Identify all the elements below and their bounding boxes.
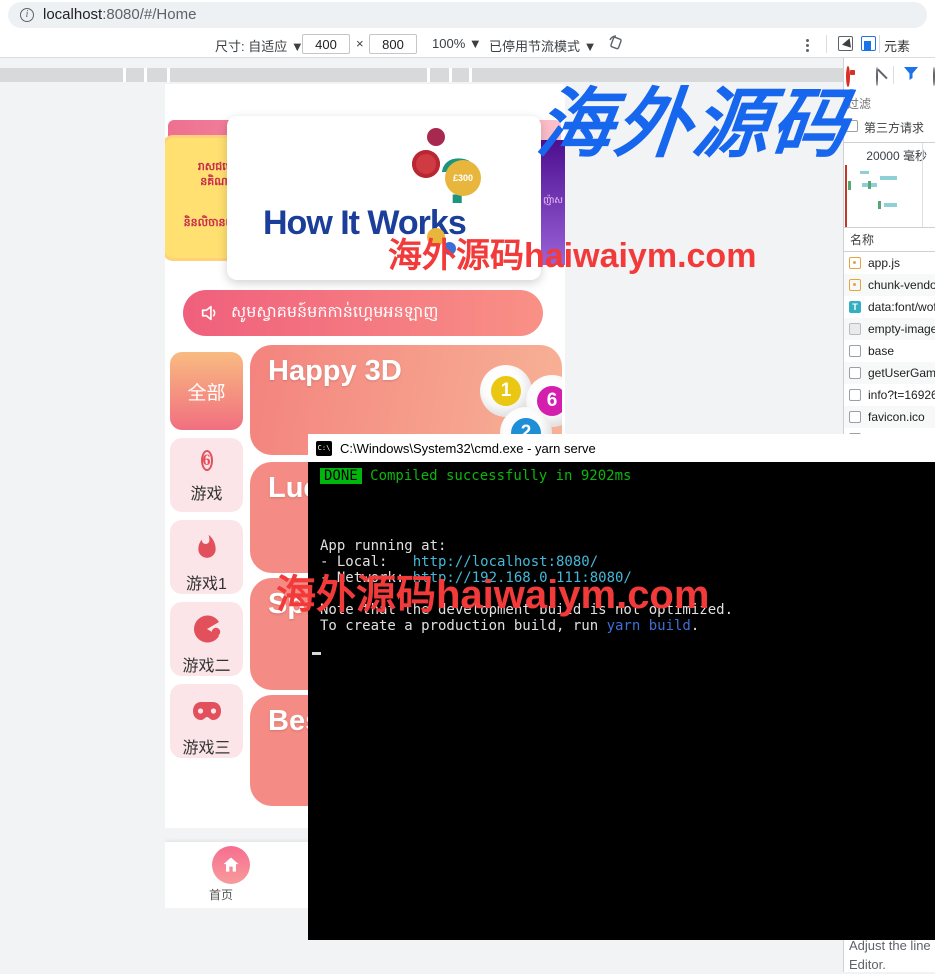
watermark-red-top: 海外源码haiwaiym.com (388, 228, 756, 277)
browser-top-bar: i localhost:8080/#/Home (0, 0, 935, 30)
rotate-device-icon[interactable] (608, 35, 624, 51)
document-file-icon (849, 367, 861, 379)
done-badge: DONE (320, 468, 362, 484)
network-timeline[interactable]: 20000 毫秒 (844, 142, 935, 228)
request-row[interactable]: Tdata:font/woff2 (844, 296, 935, 318)
terminal-output: DONE Compiled successfully in 9202ms App… (308, 462, 935, 940)
cmd-window[interactable]: C:\ C:\Windows\System32\cmd.exe - yarn s… (308, 434, 935, 940)
document-file-icon (849, 389, 861, 401)
bingo-ball-red (412, 150, 440, 178)
document-file-icon (849, 345, 861, 357)
timeline-scale-label: 20000 毫秒 (866, 147, 927, 164)
script-file-icon (849, 257, 861, 269)
tab-game3[interactable]: 游戏三 (170, 684, 243, 758)
bingo-ball-gold: £300 (445, 160, 481, 196)
request-row[interactable]: info?t=1692680 (844, 384, 935, 406)
third-party-label: 第三方请求 (864, 119, 924, 136)
request-row[interactable]: empty-image-d (844, 318, 935, 340)
speaker-icon (199, 302, 221, 324)
page-info-icon[interactable]: i (20, 8, 34, 22)
terminal-cursor (312, 652, 321, 655)
document-file-icon (849, 411, 861, 423)
throttling-dropdown[interactable]: 已停用节流模式 ▼ (489, 36, 596, 55)
request-row[interactable]: getUserGameLi (844, 362, 935, 384)
toolbar-divider (879, 35, 880, 53)
url-host: localhost (43, 6, 102, 23)
marquee-text: សូមស្វាគមន៍មកកាន់ហ្គេមអនឡាញ (231, 301, 438, 325)
tab-elements[interactable]: 元素 (884, 36, 910, 55)
script-file-icon (849, 279, 861, 291)
zoom-dropdown[interactable]: 100% ▼ (432, 36, 482, 51)
request-row[interactable]: favicon.ico (844, 406, 935, 428)
size-dropdown[interactable]: 尺寸: 自适应 ▼ (215, 36, 304, 55)
viewport-height-input[interactable] (369, 34, 417, 54)
flame-icon (170, 532, 243, 562)
tab-all[interactable]: 全部 (170, 352, 243, 430)
pacman-icon (170, 614, 243, 644)
font-file-icon: T (849, 301, 861, 313)
network-name-header[interactable]: 名称 (844, 228, 935, 252)
tab-game[interactable]: 6 游戏 (170, 438, 243, 512)
url-path: :8080/#/Home (102, 6, 196, 23)
inspect-element-icon[interactable] (838, 36, 853, 51)
watermark-blue: 海外源码 (532, 62, 856, 172)
cmd-window-title: C:\Windows\System32\cmd.exe - yarn serve (340, 441, 596, 456)
more-options-icon[interactable] (806, 37, 809, 54)
dimension-times: × (356, 36, 364, 51)
cmd-icon: C:\ (316, 441, 332, 456)
clear-network-icon[interactable] (876, 67, 878, 86)
watermark-red-middle: 海外源码haiwaiym.com (276, 562, 709, 620)
image-file-icon (849, 323, 861, 335)
announcement-marquee[interactable]: សូមស្វាគមន៍មកកាន់ហ្គេមអនឡាញ (183, 290, 543, 336)
toolbar-divider (826, 35, 827, 53)
tab-game2[interactable]: 游戏二 (170, 602, 243, 676)
gamepad-icon (170, 696, 243, 726)
cmd-title-bar[interactable]: C:\ C:\Windows\System32\cmd.exe - yarn s… (308, 434, 935, 462)
drawer-text-line2: Editor. (849, 955, 935, 974)
home-label: 首页 (209, 886, 233, 903)
tab-game1[interactable]: 游戏1 (170, 520, 243, 594)
address-bar[interactable]: i localhost:8080/#/Home (8, 2, 927, 28)
request-row[interactable]: base (844, 340, 935, 362)
filter-icon[interactable] (903, 66, 919, 82)
request-row[interactable]: app.js (844, 252, 935, 274)
toggle-device-icon[interactable] (861, 36, 876, 51)
timeline-marker (845, 165, 847, 227)
device-toolbar: 尺寸: 自适应 ▼ × 100% ▼ 已停用节流模式 ▼ (0, 30, 935, 58)
request-row[interactable]: chunk-vendors.js (844, 274, 935, 296)
bingo-ball-small (427, 128, 445, 146)
network-filter-input[interactable] (847, 97, 927, 111)
home-icon (221, 855, 241, 875)
home-button[interactable] (212, 846, 250, 884)
viewport-width-input[interactable] (302, 34, 350, 54)
panel-divider (893, 66, 894, 84)
six-circle-icon: 6 (201, 450, 213, 471)
